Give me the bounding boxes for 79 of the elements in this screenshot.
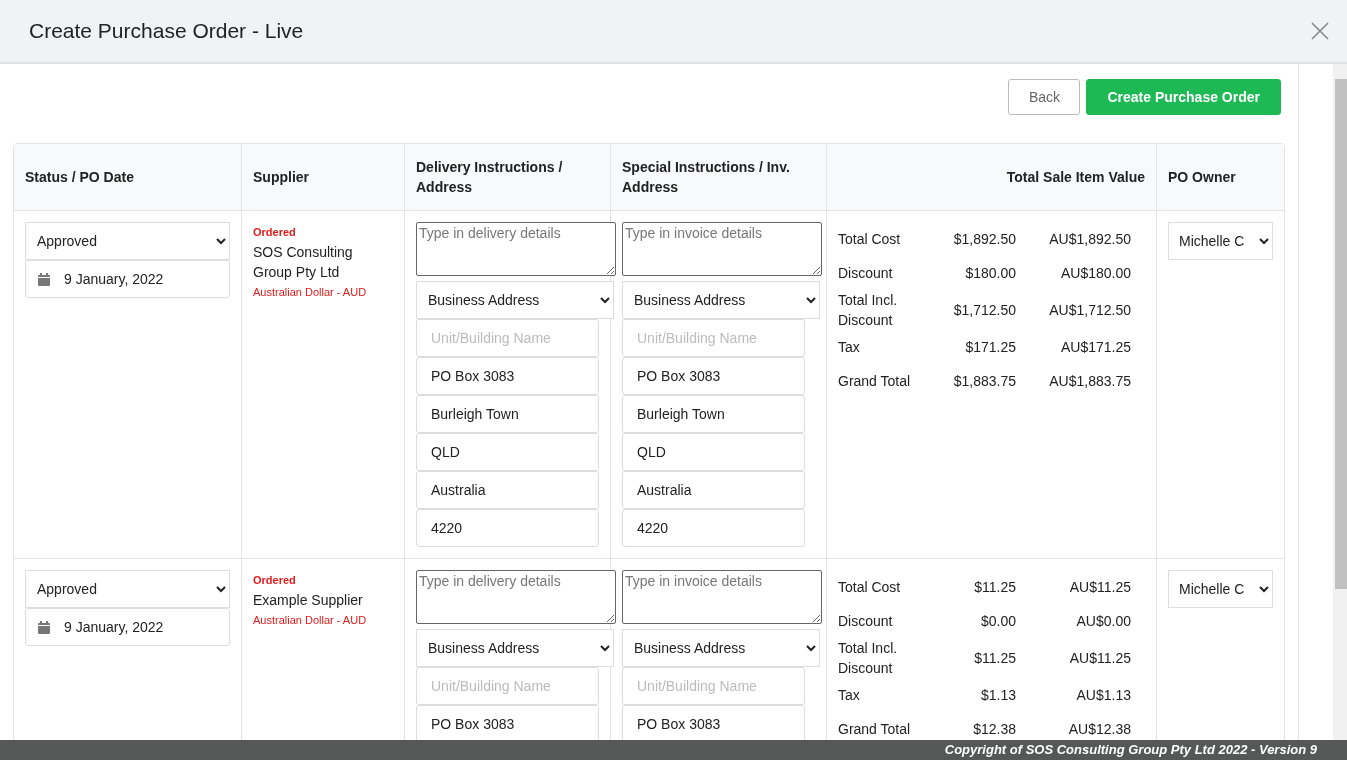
column-header: Supplier xyxy=(253,168,309,187)
calendar-icon xyxy=(38,620,50,634)
total-label: Total Cost xyxy=(838,230,902,249)
address-field[interactable]: PO Box 3083 xyxy=(622,705,805,743)
instructions-field[interactable]: Type in delivery details xyxy=(416,222,616,276)
address-field[interactable]: PO Box 3083 xyxy=(416,357,599,395)
total-label: Total Incl. Discount xyxy=(838,291,899,330)
total-label: Total Incl. Discount xyxy=(838,639,899,678)
total-amount-aud: AU$180.00 xyxy=(1059,265,1131,281)
address-field[interactable]: 4220 xyxy=(622,509,805,547)
column-header: Delivery Instructions / Address xyxy=(416,158,564,197)
address-field[interactable]: Unit/Building Name xyxy=(622,667,805,705)
total-label: Tax xyxy=(838,338,861,357)
currency-label: Australian Dollar - AUD xyxy=(253,614,368,626)
total-amount-aud: AU$171.25 xyxy=(1059,339,1131,355)
dialog-title: Create Purchase Order - Live xyxy=(29,19,304,43)
address-type-select[interactable]: Business Address xyxy=(416,281,614,319)
supplier-name: Example Supplier xyxy=(253,591,364,610)
total-label: Discount xyxy=(838,612,894,631)
total-amount-aud: AU$1,883.75 xyxy=(1048,373,1131,389)
address-field[interactable]: Australia xyxy=(416,471,599,509)
instructions-field[interactable]: Type in delivery details xyxy=(416,570,616,624)
address-field[interactable]: Unit/Building Name xyxy=(416,319,599,357)
address-field[interactable]: PO Box 3083 xyxy=(622,357,805,395)
total-amount: $11.25 xyxy=(973,579,1016,595)
total-label: Grand Total xyxy=(838,372,912,391)
address-type-select[interactable]: Business Address xyxy=(622,629,820,667)
total-amount-aud: AU$12.38 xyxy=(1067,721,1131,737)
total-amount: $1,712.50 xyxy=(952,302,1016,318)
address-type-select[interactable]: Business Address xyxy=(622,281,820,319)
owner-select[interactable]: Michelle C xyxy=(1168,570,1273,608)
status-select[interactable]: Approved xyxy=(25,570,230,608)
status-select[interactable]: Approved xyxy=(25,222,230,260)
total-label: Discount xyxy=(838,264,894,283)
footer-text: Copyright of SOS Consulting Group Pty Ltd 2022 - Version 9 xyxy=(0,740,1347,760)
owner-select[interactable]: Michelle C xyxy=(1168,222,1273,260)
total-amount: $171.25 xyxy=(964,339,1016,355)
total-amount: $11.25 xyxy=(973,650,1016,666)
address-field[interactable]: 4220 xyxy=(416,509,599,547)
address-field[interactable]: Unit/Building Name xyxy=(416,667,599,705)
currency-label: Australian Dollar - AUD xyxy=(253,286,368,298)
total-amount-aud: AU$11.25 xyxy=(1068,579,1131,595)
address-field[interactable]: QLD xyxy=(416,433,599,471)
date-field[interactable]: 9 January, 2022 xyxy=(25,608,230,646)
total-amount-aud: AU$1,892.50 xyxy=(1048,231,1131,247)
total-amount: $1,883.75 xyxy=(952,373,1016,389)
total-amount-aud: AU$0.00 xyxy=(1075,613,1131,629)
date-field[interactable]: 9 January, 2022 xyxy=(25,260,230,298)
order-status: Ordered xyxy=(253,226,297,238)
total-amount: $1,892.50 xyxy=(952,231,1016,247)
address-field[interactable]: Burleigh Town xyxy=(622,395,805,433)
scrollbar[interactable] xyxy=(1333,64,1347,740)
total-amount: $0.00 xyxy=(979,613,1016,629)
total-amount-aud: AU$11.25 xyxy=(1068,650,1131,666)
back-button[interactable]: Back xyxy=(1008,79,1081,115)
total-label: Grand Total xyxy=(838,720,912,739)
order-status: Ordered xyxy=(253,574,297,586)
total-label: Tax xyxy=(838,686,861,705)
total-label: Total Cost xyxy=(838,578,902,597)
address-field[interactable]: QLD xyxy=(622,433,805,471)
address-field[interactable]: Australia xyxy=(622,471,805,509)
total-amount-aud: AU$1.13 xyxy=(1075,687,1131,703)
instructions-field[interactable]: Type in invoice details xyxy=(622,222,822,276)
instructions-field[interactable]: Type in invoice details xyxy=(622,570,822,624)
total-amount: $180.00 xyxy=(964,265,1016,281)
column-header: Status / PO Date xyxy=(25,168,134,187)
supplier-name: SOS Consulting Group Pty Ltd xyxy=(253,243,354,282)
address-field[interactable]: Burleigh Town xyxy=(416,395,599,433)
address-type-select[interactable]: Business Address xyxy=(416,629,614,667)
total-amount: $12.38 xyxy=(972,721,1016,737)
address-field[interactable]: Unit/Building Name xyxy=(622,319,805,357)
address-field[interactable]: PO Box 3083 xyxy=(416,705,599,743)
column-header: Special Instructions / Inv. Address xyxy=(622,158,791,197)
calendar-icon xyxy=(38,272,50,286)
close-icon[interactable] xyxy=(1311,22,1329,40)
total-amount-aud: AU$1,712.50 xyxy=(1048,302,1131,318)
total-amount: $1.13 xyxy=(979,687,1016,703)
column-header: PO Owner xyxy=(1168,168,1236,187)
column-header: Total Sale Item Value xyxy=(1006,168,1145,187)
